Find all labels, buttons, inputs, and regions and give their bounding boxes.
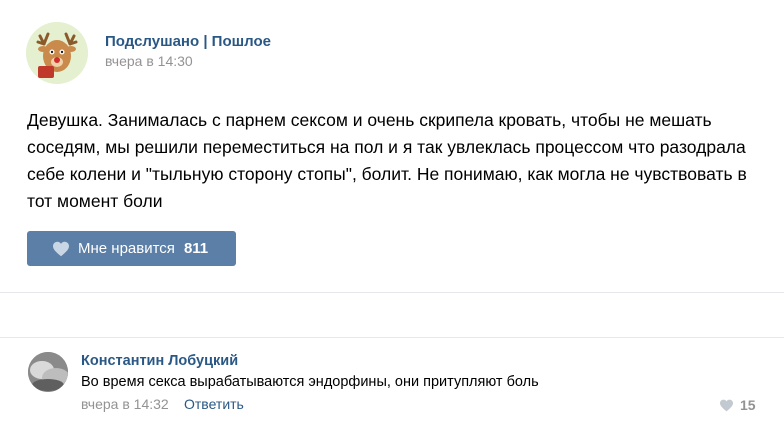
comment-like-button[interactable]: 15 — [719, 397, 756, 413]
user-photo-icon — [28, 352, 68, 392]
reply-link[interactable]: Ответить — [184, 396, 244, 412]
post: Подслушано | Пошлое вчера в 14:30 Девушк… — [0, 0, 784, 293]
commenter-avatar[interactable] — [28, 352, 68, 392]
divider — [0, 337, 784, 338]
post-text: Девушка. Занималась с парнем сексом и оч… — [27, 110, 747, 211]
comment-time[interactable]: вчера в 14:32 — [81, 396, 169, 412]
community-avatar[interactable] — [26, 22, 88, 84]
like-button[interactable]: Мне нравится 811 — [27, 231, 236, 266]
spacer — [0, 293, 784, 313]
comment-like-count: 15 — [740, 397, 756, 413]
deer-avatar-icon — [26, 22, 88, 84]
post-time[interactable]: вчера в 14:30 — [105, 53, 193, 69]
commenter-name[interactable]: Константин Лобуцкий — [81, 353, 238, 369]
like-label: Мне нравится — [78, 240, 175, 257]
like-count: 811 — [183, 240, 209, 257]
heart-icon — [719, 399, 734, 412]
comment-text: Во время секса вырабатываются эндорфины,… — [81, 374, 539, 390]
community-name[interactable]: Подслушано | Пошлое — [105, 33, 271, 50]
heart-icon — [52, 241, 70, 257]
